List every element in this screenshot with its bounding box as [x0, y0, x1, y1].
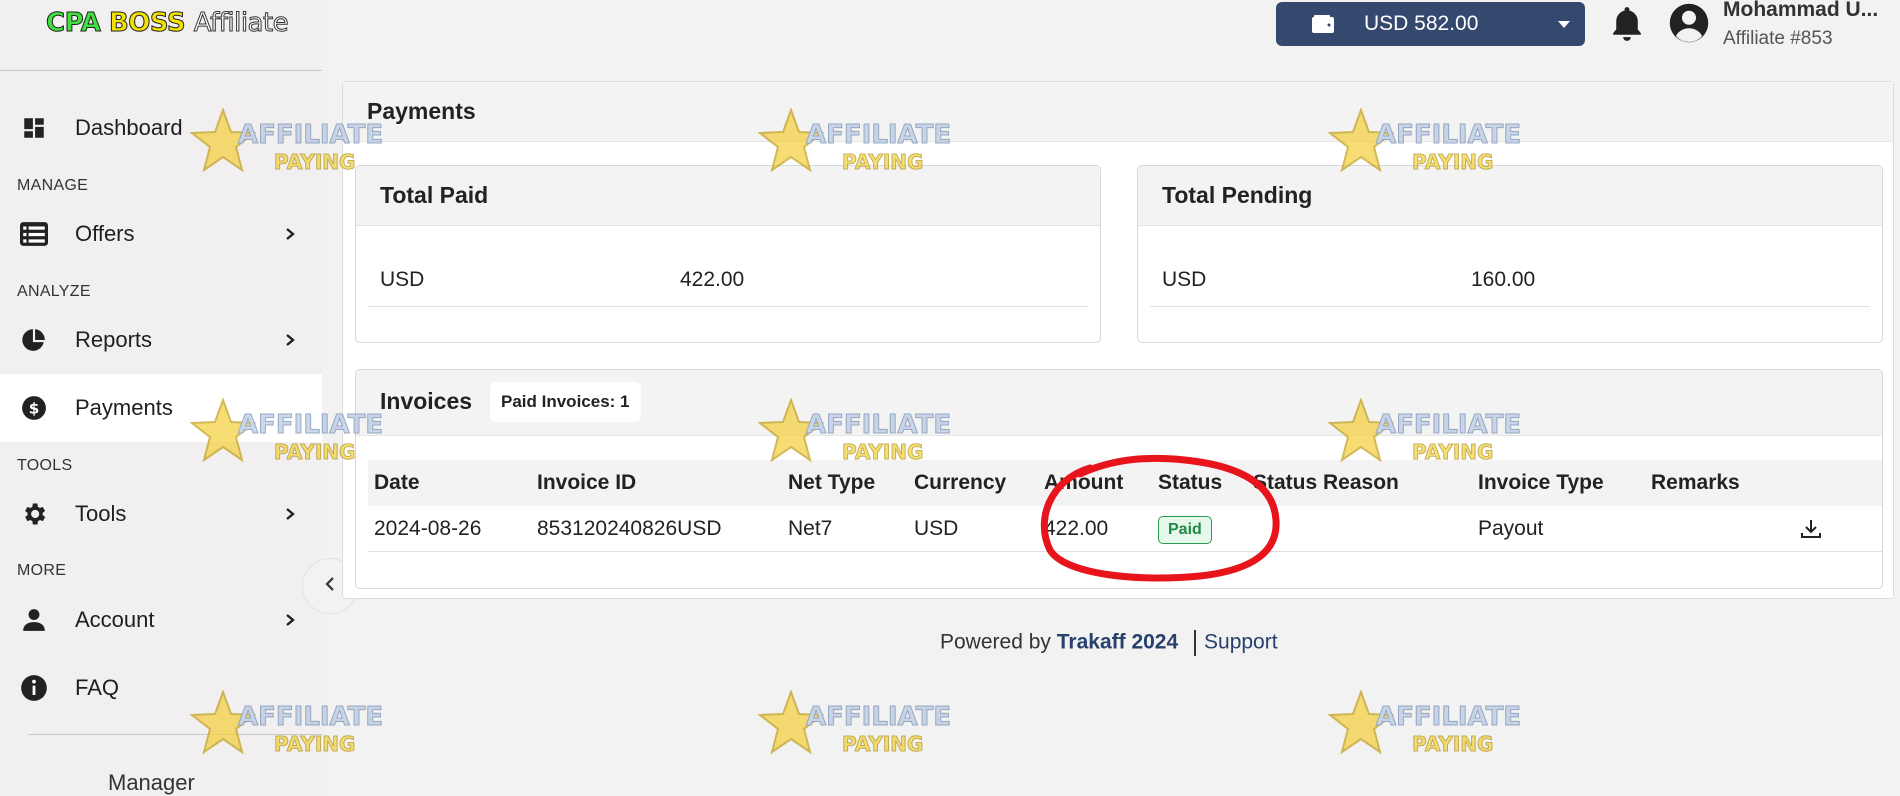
column-header-status[interactable]: Status [1158, 471, 1222, 495]
sidebar-item-faq[interactable]: FAQ [0, 654, 322, 722]
sidebar-item-label: Payments [75, 395, 173, 420]
sidebar-item-dashboard[interactable]: Dashboard [0, 94, 322, 162]
total-pending-box: Total Pending USD 160.00 [1137, 165, 1883, 343]
table-row: 2024-08-26 853120240826USD Net7 USD 422.… [368, 506, 1882, 552]
payments-card: Payments Total Paid USD 422.00 Total Pen… [342, 81, 1894, 599]
svg-text:$: $ [29, 399, 40, 417]
paid-invoices-count-badge: Paid Invoices: 1 [490, 382, 641, 422]
chevron-right-icon [282, 226, 298, 242]
watermark-line-2: PAYING [841, 732, 924, 757]
affiliate-paying-watermark: AFFILIATE PAYING [1328, 690, 1528, 760]
total-pending-title: Total Pending [1162, 182, 1313, 208]
watermark-line-1: AFFILIATE [805, 702, 952, 733]
logo-part-affiliate: Affiliate [193, 8, 289, 39]
sidebar-item-offers[interactable]: Offers [0, 200, 322, 268]
divider [368, 306, 1088, 307]
wallet-balance-dropdown[interactable]: USD 582.00 [1276, 2, 1585, 46]
section-label-manage: MANAGE [17, 177, 89, 194]
cell-invoice-type: Payout [1478, 517, 1544, 540]
user-avatar-icon[interactable] [1668, 2, 1710, 44]
cell-date: 2024-08-26 [374, 517, 482, 540]
chevron-right-icon [282, 612, 298, 628]
user-name[interactable]: Mohammad U... [1723, 0, 1878, 22]
invoices-box: Invoices Paid Invoices: 1 Date Invoice I… [355, 369, 1883, 589]
divider [1150, 306, 1870, 307]
chevron-right-icon [282, 506, 298, 522]
cell-amount: 422.00 [1044, 517, 1109, 540]
invoices-table-header: Date Invoice ID Net Type Currency Amount… [368, 460, 1882, 506]
affiliate-id: Affiliate #853 [1723, 28, 1833, 49]
gear-icon [20, 500, 48, 528]
invoices-title: Invoices [380, 388, 473, 414]
manager-label: Manager [108, 770, 195, 795]
total-paid-currency: USD [380, 268, 425, 291]
logo-part-cpa: CPA [45, 8, 101, 39]
column-header-currency[interactable]: Currency [914, 471, 1006, 495]
watermark-line-1: AFFILIATE [1375, 702, 1522, 733]
cell-currency: USD [914, 517, 959, 540]
sidebar-item-payments[interactable]: $ Payments [0, 374, 322, 442]
footer: Powered by Trakaff 2024 Support [940, 630, 1278, 656]
sidebar-item-tools[interactable]: Tools [0, 480, 322, 548]
watermark-line-2: PAYING [1411, 732, 1494, 757]
wallet-icon [1312, 15, 1334, 33]
brand-logo[interactable]: CPA BOSS Affiliate [45, 8, 289, 39]
chevron-right-icon [282, 332, 298, 348]
download-icon[interactable] [1799, 517, 1823, 541]
person-icon [20, 606, 48, 634]
star-icon [1328, 690, 1394, 755]
wallet-balance-text: USD 582.00 [1364, 12, 1479, 35]
notification-bell-icon[interactable] [1608, 4, 1646, 44]
sidebar-divider [28, 734, 322, 735]
column-header-status-reason[interactable]: Status Reason [1253, 471, 1399, 495]
total-pending-header: Total Pending [1138, 166, 1882, 226]
pie-chart-icon [20, 326, 48, 354]
sidebar-item-label: Reports [75, 327, 153, 352]
sidebar-item-label: FAQ [75, 675, 120, 700]
chevron-left-icon [324, 576, 336, 597]
dashboard-icon [20, 114, 48, 142]
column-header-date[interactable]: Date [374, 471, 420, 495]
status-badge: Paid [1158, 516, 1212, 544]
sidebar-item-label: Tools [75, 501, 127, 526]
column-header-remarks[interactable]: Remarks [1651, 471, 1740, 495]
cell-net-type: Net7 [788, 517, 833, 540]
total-pending-currency: USD [1162, 268, 1207, 291]
column-header-invoice-type[interactable]: Invoice Type [1478, 471, 1604, 495]
dollar-circle-icon: $ [20, 394, 48, 422]
logo-part-boss: BOSS [108, 8, 186, 39]
sidebar-item-label: Account [75, 607, 155, 632]
footer-separator [1194, 630, 1197, 656]
sidebar-item-label: Dashboard [75, 115, 183, 140]
column-header-net-type[interactable]: Net Type [788, 471, 875, 495]
sidebar-item-label: Offers [75, 221, 135, 246]
total-pending-amount: 160.00 [1471, 268, 1536, 291]
footer-brand-link[interactable]: Trakaff 2024 [1057, 631, 1178, 654]
column-header-amount[interactable]: Amount [1044, 471, 1123, 495]
caret-down-icon [1558, 21, 1570, 28]
star-icon [758, 690, 824, 755]
section-label-more: MORE [17, 562, 67, 579]
section-label-analyze: ANALYZE [17, 283, 91, 300]
powered-by-text: Powered by [940, 630, 1051, 654]
list-icon [20, 220, 48, 248]
payments-card-header: Payments [343, 82, 1893, 142]
logo-divider [0, 70, 322, 71]
total-paid-title: Total Paid [380, 182, 489, 208]
total-paid-header: Total Paid [356, 166, 1100, 226]
sidebar-item-account[interactable]: Account [0, 586, 322, 654]
cell-invoice-id: 853120240826USD [537, 517, 722, 540]
sidebar-item-reports[interactable]: Reports [0, 306, 322, 374]
page-title: Payments [367, 98, 476, 124]
section-label-tools: TOOLS [17, 457, 73, 474]
column-header-invoice-id[interactable]: Invoice ID [537, 471, 636, 495]
total-paid-box: Total Paid USD 422.00 [355, 165, 1101, 343]
invoices-header: Invoices Paid Invoices: 1 [356, 370, 1882, 436]
info-circle-icon [20, 674, 48, 702]
support-link[interactable]: Support [1204, 631, 1278, 654]
affiliate-paying-watermark: AFFILIATE PAYING [758, 690, 958, 760]
sidebar: CPA BOSS Affiliate Dashboard MANAGE Offe… [0, 0, 322, 796]
total-paid-amount: 422.00 [680, 268, 745, 291]
